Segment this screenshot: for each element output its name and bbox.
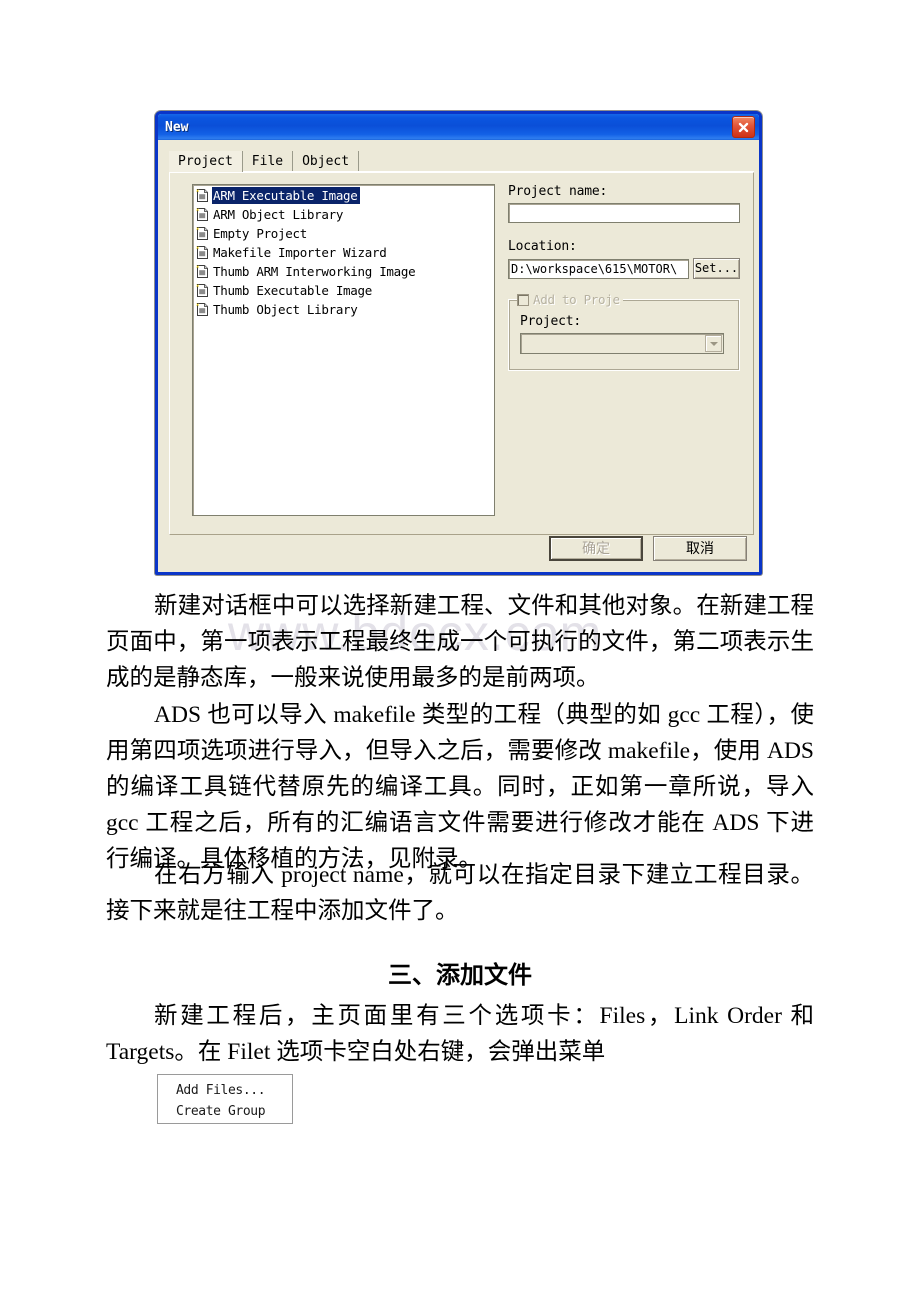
- list-item-label: ARM Executable Image: [212, 187, 360, 204]
- list-item-label: ARM Object Library: [213, 207, 344, 222]
- ok-button[interactable]: 确定: [549, 536, 643, 561]
- location-input[interactable]: D:\workspace\615\MOTOR\: [508, 258, 689, 279]
- tab-object[interactable]: Object: [293, 151, 360, 172]
- chevron-down-icon[interactable]: [705, 335, 722, 352]
- project-name-label: Project name:: [508, 184, 608, 199]
- dialog-body: Project File Object ARM Executable Image…: [158, 140, 759, 572]
- cancel-button[interactable]: 取消: [653, 536, 747, 561]
- list-item[interactable]: ARM Object Library: [193, 205, 494, 224]
- list-item-label: Thumb Object Library: [213, 302, 358, 317]
- tab-panel-project: ARM Executable Image ARM Object Library: [169, 172, 754, 535]
- menu-item-add-files[interactable]: Add Files...: [176, 1080, 292, 1101]
- list-item[interactable]: Thumb ARM Interworking Image: [193, 262, 494, 281]
- dialog-button-row: 确定 取消: [549, 536, 747, 561]
- add-to-project-label: Add to Proje: [533, 292, 620, 307]
- context-menu: Add Files... Create Group: [157, 1074, 293, 1124]
- tab-project[interactable]: Project: [169, 151, 243, 172]
- dialog-title: New: [165, 119, 189, 135]
- group-inner: Project:: [520, 314, 724, 354]
- list-item[interactable]: Thumb Object Library: [193, 300, 494, 319]
- project-file-icon: [195, 264, 210, 279]
- list-item-label: Thumb ARM Interworking Image: [213, 264, 416, 279]
- group-project-label: Project:: [520, 314, 582, 329]
- group-project-select[interactable]: [520, 333, 724, 354]
- list-item[interactable]: Thumb Executable Image: [193, 281, 494, 300]
- add-to-project-checkbox[interactable]: [517, 293, 529, 306]
- list-item[interactable]: Empty Project: [193, 224, 494, 243]
- section-heading: 三、添加文件: [388, 962, 532, 989]
- project-file-icon: [195, 302, 210, 317]
- paragraph-4: 新建工程后，主页面里有三个选项卡：Files，Link Order 和 Targ…: [106, 1003, 814, 1065]
- paragraph-1: 新建对话框中可以选择新建工程、文件和其他对象。在新建工程页面中，第一项表示工程最…: [106, 593, 814, 691]
- project-settings-column: Project name: Location: D:\workspace\615…: [508, 184, 740, 371]
- location-row: D:\workspace\615\MOTOR\ Set...: [508, 258, 740, 279]
- dialog-tabs: Project File Object: [169, 149, 360, 172]
- dialog-titlebar: New: [158, 114, 759, 140]
- paragraph-2: ADS 也可以导入 makefile 类型的工程（典型的如 gcc 工程），使用…: [106, 702, 814, 872]
- list-item[interactable]: Makefile Importer Wizard: [193, 243, 494, 262]
- project-type-list[interactable]: ARM Executable Image ARM Object Library: [192, 184, 495, 516]
- close-icon[interactable]: [732, 116, 755, 138]
- new-project-dialog: New Project File Object ARM Executable I…: [155, 111, 762, 575]
- tab-file[interactable]: File: [242, 151, 294, 172]
- list-item-label: Thumb Executable Image: [213, 283, 372, 298]
- project-file-icon: [195, 245, 210, 260]
- list-item-label: Empty Project: [213, 226, 307, 241]
- project-file-icon: [195, 207, 210, 222]
- menu-item-create-group[interactable]: Create Group: [176, 1101, 292, 1122]
- project-file-icon: [195, 283, 210, 298]
- project-file-icon: [195, 226, 210, 241]
- add-to-project-group: Add to Proje Project:: [508, 292, 740, 371]
- project-file-icon: [195, 188, 210, 203]
- list-item-label: Makefile Importer Wizard: [213, 245, 387, 260]
- project-name-input[interactable]: [508, 203, 740, 223]
- location-label: Location:: [508, 239, 577, 254]
- add-to-project-legend: Add to Proje: [517, 292, 623, 307]
- list-item[interactable]: ARM Executable Image: [193, 186, 494, 205]
- paragraph-3: 在右方输入 project name，就可以在指定目录下建立工程目录。接下来就是…: [106, 862, 814, 924]
- set-location-button[interactable]: Set...: [693, 258, 740, 279]
